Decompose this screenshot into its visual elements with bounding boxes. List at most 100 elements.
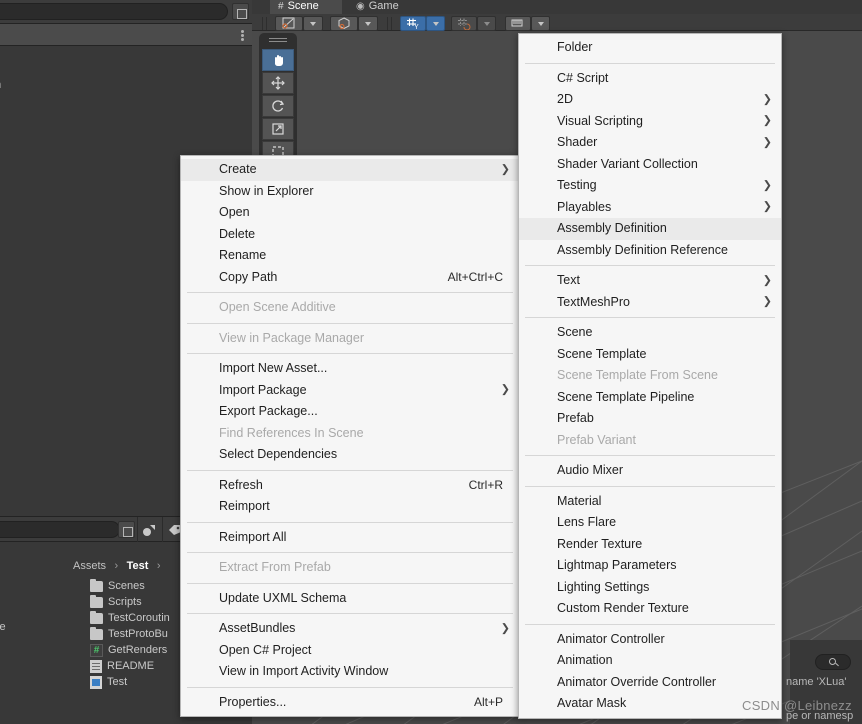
folder-icon <box>90 626 103 640</box>
hierarchy-popout-button[interactable] <box>232 3 249 20</box>
menu-item-rename[interactable]: Rename <box>181 245 519 267</box>
hierarchy-search-input[interactable] <box>0 3 228 20</box>
console-search-input[interactable] <box>815 654 851 670</box>
menu-item-open-scene-additive: Open Scene Additive <box>219 300 336 314</box>
menu-item-csharp-script[interactable]: C# Script <box>519 68 781 90</box>
menu-item-reimport-all[interactable]: Reimport All <box>181 527 519 549</box>
menu-item-open[interactable]: Open <box>181 202 519 224</box>
chevron-right-icon: ❯ <box>762 93 772 106</box>
menu-item-playables[interactable]: Playables ❯ <box>519 197 781 219</box>
scale-tool[interactable] <box>262 118 294 140</box>
menu-item-import-package[interactable]: Import Package ❯ <box>181 380 519 402</box>
menu-item-audio-mixer[interactable]: Audio Mixer <box>519 460 781 482</box>
cube-icon <box>338 17 350 30</box>
ruler-caret-button[interactable] <box>531 16 550 31</box>
list-item[interactable]: TestProtoBu <box>90 626 168 642</box>
menu-item-lens-flare[interactable]: Lens Flare <box>519 512 781 534</box>
grid-snapping-toggle[interactable] <box>451 16 477 31</box>
menu-item-render-texture[interactable]: Render Texture <box>519 534 781 556</box>
hierarchy-row-1[interactable]: m <box>0 79 1 91</box>
menu-item-animator-override-controller[interactable]: Animator Override Controller <box>519 672 781 694</box>
2d-3d-caret-button[interactable] <box>358 16 378 31</box>
menu-item-create[interactable]: Create ❯ <box>181 159 519 181</box>
menu-item-reimport[interactable]: Reimport <box>181 496 519 518</box>
breadcrumb-item-test[interactable]: Test <box>127 560 149 572</box>
menu-item-export-package[interactable]: Export Package... <box>181 401 519 423</box>
draw-mode-dropdown[interactable] <box>275 16 303 31</box>
breadcrumb-item-assets[interactable]: Assets <box>73 560 106 572</box>
menu-separator <box>187 582 513 584</box>
drag-handle-icon[interactable] <box>269 38 287 45</box>
menu-item-show-in-explorer[interactable]: Show in Explorer <box>181 181 519 203</box>
tab-scene[interactable]: # Scene <box>270 0 342 14</box>
asset-favorite-icon[interactable] <box>141 522 157 538</box>
menu-item-text[interactable]: Text ❯ <box>519 270 781 292</box>
menu-item-custom-render-texture[interactable]: Custom Render Texture <box>519 598 781 620</box>
draw-mode-caret-button[interactable] <box>303 16 323 31</box>
2d-3d-toggle[interactable] <box>330 16 358 31</box>
list-item[interactable]: # GetRenders <box>90 642 167 658</box>
menu-item-assembly-definition-reference[interactable]: Assembly Definition Reference <box>519 240 781 262</box>
menu-item-animator-controller[interactable]: Animator Controller <box>519 629 781 651</box>
chevron-right-icon: ❯ <box>762 136 772 149</box>
chevron-right-icon: ❯ <box>500 383 510 396</box>
menu-item-folder[interactable]: Folder <box>519 37 781 59</box>
hierarchy-menu-icon[interactable] <box>241 30 244 41</box>
menu-item-assetbundles[interactable]: AssetBundles ❯ <box>181 618 519 640</box>
menu-item-assembly-definition[interactable]: Assembly Definition <box>519 218 781 240</box>
menu-item-import-new-asset[interactable]: Import New Asset... <box>181 358 519 380</box>
list-item[interactable]: TestCoroutin <box>90 610 170 626</box>
menu-item-lighting-settings[interactable]: Lighting Settings <box>519 577 781 599</box>
project-search-input[interactable] <box>0 521 120 538</box>
menu-item-prefab[interactable]: Prefab <box>519 408 781 430</box>
menu-item-scene-template-pipeline[interactable]: Scene Template Pipeline <box>519 387 781 409</box>
list-item[interactable]: README <box>90 658 154 674</box>
move-arrows-icon <box>271 76 285 90</box>
project-asset-context-menu[interactable]: Create ❯ Show in Explorer Open Delete Re… <box>180 155 520 717</box>
search-icon <box>829 658 836 665</box>
menu-item-update-uxml-schema[interactable]: Update UXML Schema <box>181 588 519 610</box>
chevron-down-icon <box>310 21 316 26</box>
console-message-line[interactable]: name 'XLua' <box>786 676 846 688</box>
menu-item-view-in-import-activity-window[interactable]: View in Import Activity Window <box>181 661 519 683</box>
menu-item-extract-from-prefab: Extract From Prefab <box>219 560 331 574</box>
list-item[interactable]: Scripts <box>90 594 142 610</box>
grid-caret-button[interactable] <box>426 16 445 31</box>
toolbar-divider <box>387 17 388 30</box>
menu-item-lightmap-parameters[interactable]: Lightmap Parameters <box>519 555 781 577</box>
menu-item-2d[interactable]: 2D ❯ <box>519 89 781 111</box>
hand-tool[interactable] <box>262 49 294 71</box>
scene-ruler-toggle[interactable] <box>505 16 531 31</box>
scene-tools-overlay[interactable] <box>259 33 297 168</box>
grid-visibility-toggle[interactable]: Y <box>400 16 426 31</box>
menu-item-refresh[interactable]: Refresh Ctrl+R <box>181 475 519 497</box>
menu-item-shader-variant-collection[interactable]: Shader Variant Collection <box>519 154 781 176</box>
create-submenu[interactable]: Folder C# Script 2D ❯ Visual Scripting ❯… <box>518 33 782 719</box>
project-popout-icon[interactable] <box>118 521 135 538</box>
scene-tab-bar: # Scene ◉ Game <box>252 0 862 14</box>
menu-item-scene[interactable]: Scene <box>519 322 781 344</box>
menu-item-scene-template[interactable]: Scene Template <box>519 344 781 366</box>
menu-item-textmeshpro[interactable]: TextMeshPro ❯ <box>519 292 781 314</box>
menu-item-open-csharp-project[interactable]: Open C# Project <box>181 640 519 662</box>
folder-icon <box>90 594 103 608</box>
list-item[interactable]: Test <box>90 674 127 690</box>
menu-item-testing[interactable]: Testing ❯ <box>519 175 781 197</box>
menu-item-properties[interactable]: Properties... Alt+P <box>181 692 519 714</box>
menu-separator <box>525 455 775 456</box>
grid-snap-caret-button[interactable] <box>477 16 496 31</box>
menu-item-select-dependencies[interactable]: Select Dependencies <box>181 444 519 466</box>
menu-separator <box>525 62 775 64</box>
menu-item-material[interactable]: Material <box>519 491 781 513</box>
menu-item-shader[interactable]: Shader ❯ <box>519 132 781 154</box>
move-tool[interactable] <box>262 72 294 94</box>
project-tree-label: le <box>0 621 6 633</box>
tab-game[interactable]: ◉ Game <box>348 0 414 14</box>
rotate-tool[interactable] <box>262 95 294 117</box>
menu-item-copy-path[interactable]: Copy Path Alt+Ctrl+C <box>181 267 519 289</box>
menu-item-delete[interactable]: Delete <box>181 224 519 246</box>
menu-item-animation[interactable]: Animation <box>519 650 781 672</box>
list-item[interactable]: Scenes <box>90 578 145 594</box>
hierarchy-header-bar: e <box>0 24 252 46</box>
menu-item-visual-scripting[interactable]: Visual Scripting ❯ <box>519 111 781 133</box>
